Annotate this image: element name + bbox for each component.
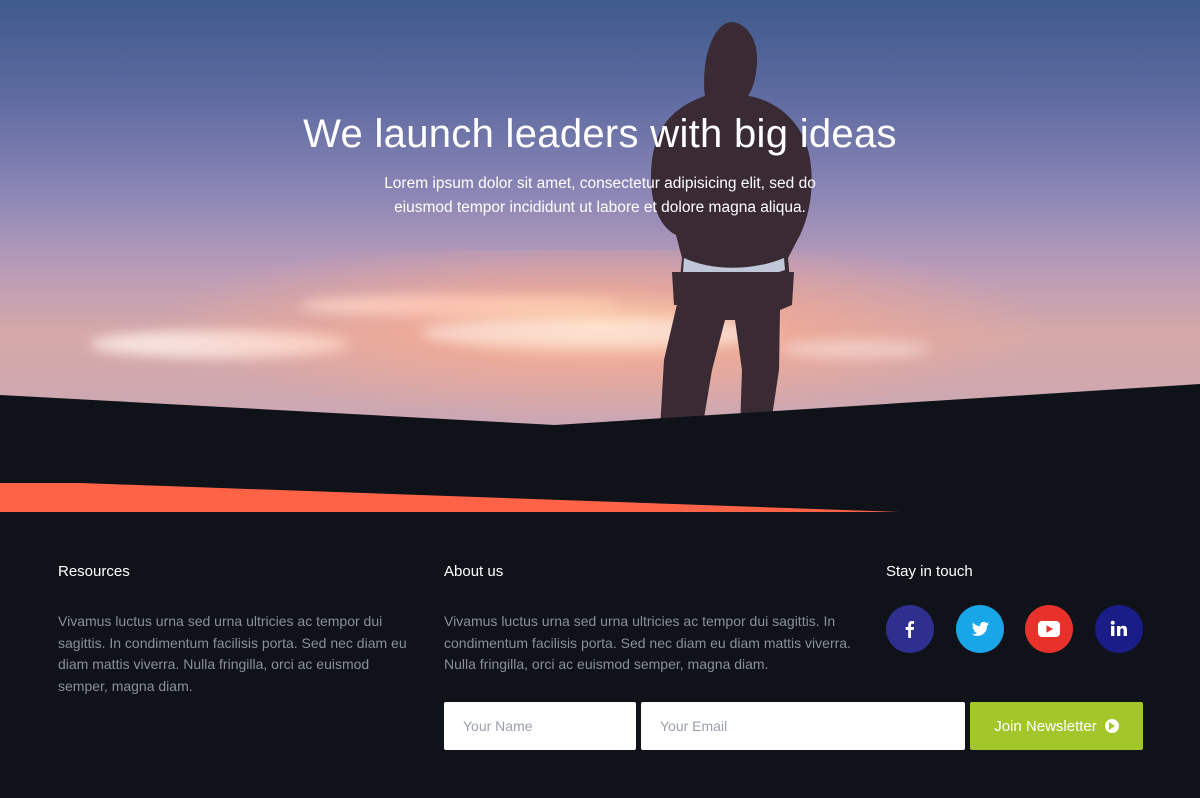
- hero-subtitle: Lorem ipsum dolor sit amet, consectetur …: [384, 175, 816, 216]
- linkedin-button[interactable]: [1095, 605, 1143, 653]
- facebook-icon: [905, 621, 915, 638]
- twitter-button[interactable]: [956, 605, 1004, 653]
- youtube-button[interactable]: [1025, 605, 1073, 653]
- section-divider: [0, 384, 1200, 520]
- about-heading: About us: [444, 563, 504, 580]
- contact-heading: Stay in touch: [886, 563, 973, 580]
- email-input[interactable]: [641, 702, 965, 750]
- chevron-circle-right-icon: [1104, 719, 1119, 733]
- resources-text: Vivamus luctus urna sed urna ultricies a…: [58, 613, 407, 694]
- resources-column: Resources Vivamus luctus urna sed urna u…: [58, 563, 418, 697]
- resources-heading: Resources: [58, 563, 130, 580]
- about-column: About us Vivamus luctus urna sed urna ul…: [444, 563, 864, 676]
- contact-column: Stay in touch: [886, 563, 1146, 580]
- twitter-icon: [971, 621, 990, 636]
- join-newsletter-label: Join Newsletter: [994, 717, 1097, 735]
- join-newsletter-button[interactable]: Join Newsletter: [970, 702, 1143, 750]
- linkedin-icon: [1110, 620, 1127, 636]
- name-input[interactable]: [444, 702, 636, 750]
- facebook-button[interactable]: [886, 605, 934, 653]
- youtube-icon: [1038, 621, 1060, 637]
- about-text: Vivamus luctus urna sed urna ultricies a…: [444, 613, 851, 672]
- hero-section: We launch leaders with big ideas Lorem i…: [0, 0, 1200, 430]
- hero-title: We launch leaders with big ideas: [303, 112, 897, 156]
